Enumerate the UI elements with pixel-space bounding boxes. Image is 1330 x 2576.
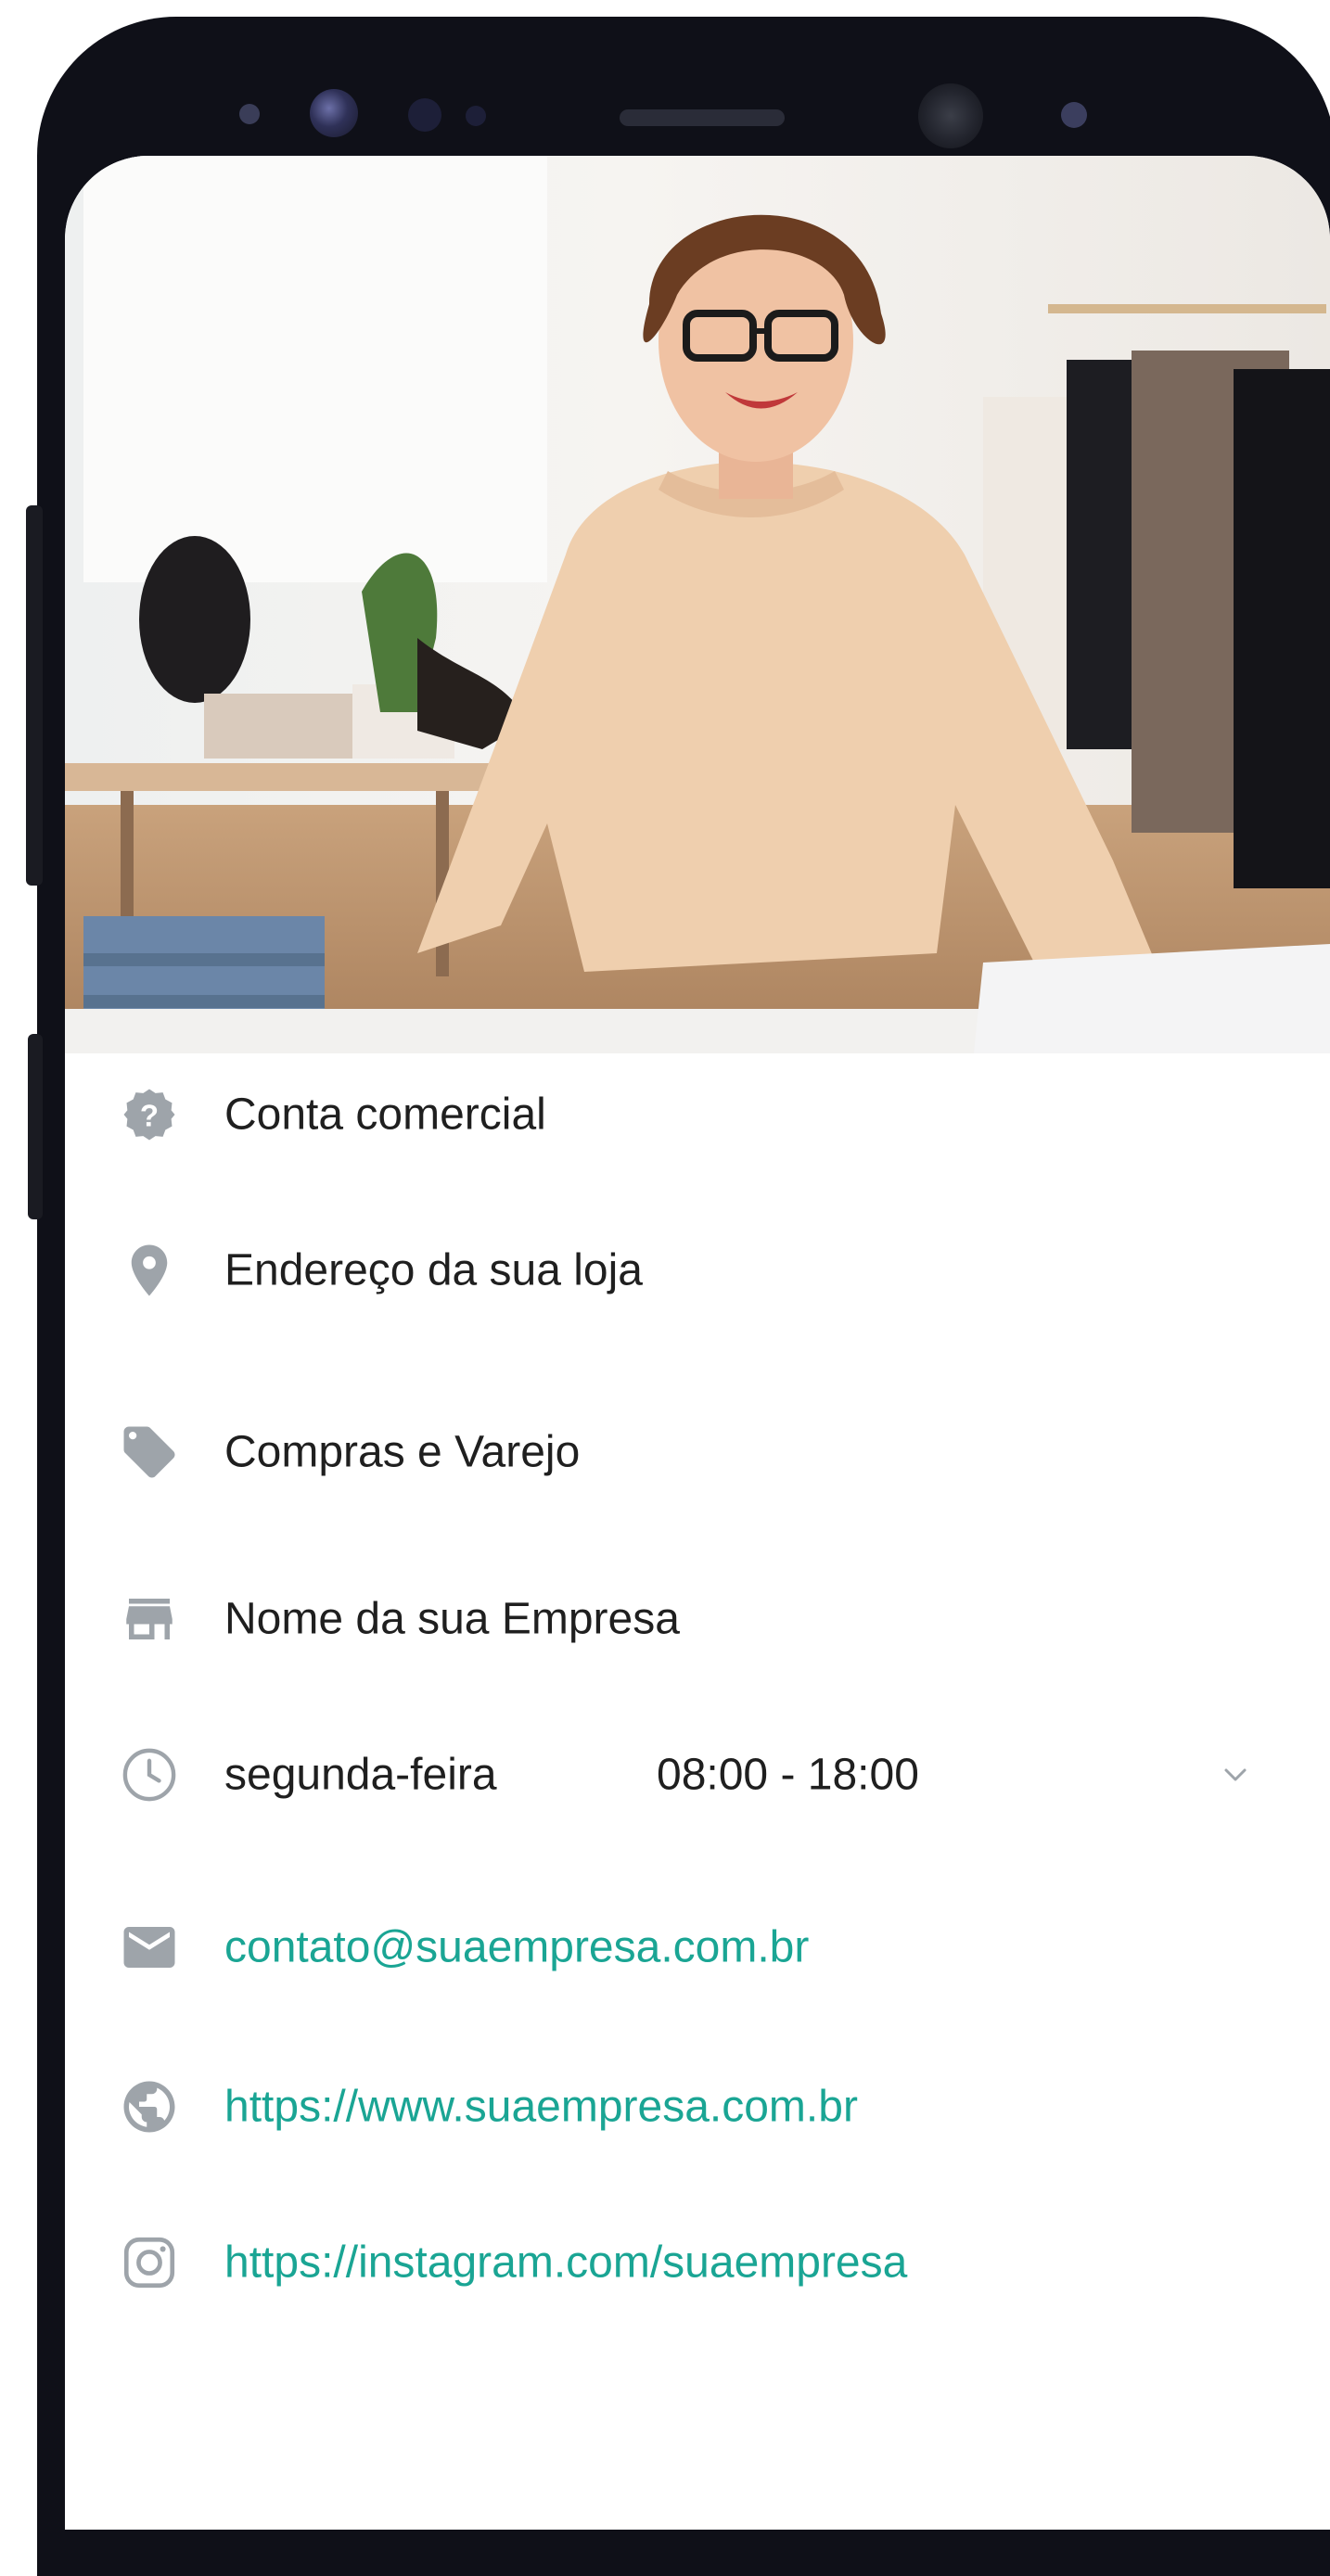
email-link[interactable]: contato@suaempresa.com.br [224,1922,809,1973]
company-name-label: Nome da sua Empresa [224,1594,680,1644]
help-icon: ? [123,1089,175,1141]
front-camera-icon [310,89,358,137]
proximity-sensor [466,106,486,126]
website-link[interactable]: https://www.suaempresa.com.br [224,2082,858,2133]
instagram-icon [123,2237,175,2289]
business-account-row[interactable]: ? Conta comercial [65,1059,1330,1170]
company-name-row[interactable]: Nome da sua Empresa [65,1563,1330,1675]
volume-button [26,505,43,886]
address-row[interactable]: Endereço da sua loja [65,1215,1330,1326]
light-sensor [1061,102,1087,128]
hours-row[interactable]: segunda-feira 08:00 - 18:00 [65,1719,1330,1830]
screen: ? Conta comercial Endereço da sua loja C… [65,156,1330,2530]
iris-sensor [408,98,441,132]
camera-sensor [239,104,260,124]
svg-text:?: ? [140,1098,159,1132]
location-pin-icon [131,1244,168,1296]
instagram-link[interactable]: https://instagram.com/suaempresa [224,2238,907,2289]
store-icon [126,1599,173,1639]
category-row[interactable]: Compras e Varejo [65,1396,1330,1508]
clock-icon [122,1748,176,1802]
website-row[interactable]: https://www.suaempresa.com.br [65,2051,1330,2162]
earpiece-speaker [620,109,785,126]
power-button [28,1034,43,1219]
chevron-down-icon[interactable] [1217,1756,1254,1793]
tag-icon [123,1426,175,1478]
category-label: Compras e Varejo [224,1427,581,1477]
business-account-label: Conta comercial [224,1090,546,1140]
address-label: Endereço da sua loja [224,1245,643,1295]
instagram-row[interactable]: https://instagram.com/suaempresa [65,2207,1330,2318]
email-row[interactable]: contato@suaempresa.com.br [65,1892,1330,2003]
weekday-label: segunda-feira [224,1750,497,1800]
opening-hours: 08:00 - 18:00 [657,1750,919,1800]
globe-icon [123,2081,175,2133]
business-cover-photo[interactable] [65,156,1330,1053]
mail-icon [123,1927,175,1968]
camera-lens-icon [918,83,983,148]
